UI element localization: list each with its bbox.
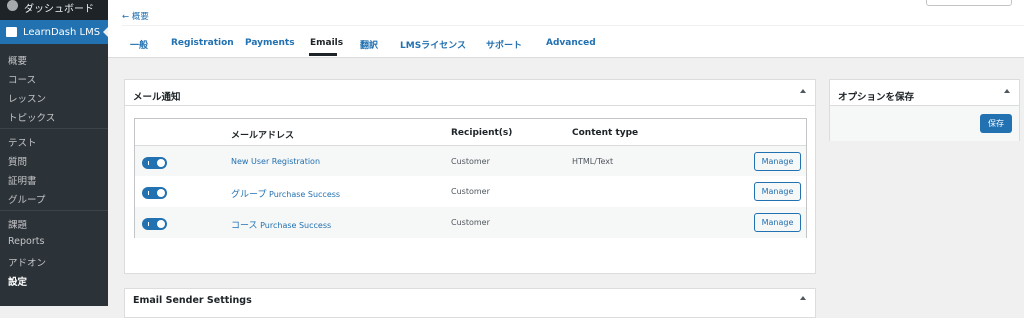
sidebar-item-label: ダッシュボード (24, 3, 94, 15)
sidebar-item-label: LearnDash LMS (23, 26, 101, 38)
tab-payments[interactable]: Payments (245, 38, 295, 48)
submenu-settings[interactable]: 設定 (8, 274, 27, 288)
settings-header: ← 概要 一般 Registration Payments Emails 翻訳 … (108, 0, 1024, 58)
dashboard-icon (7, 0, 18, 11)
save-options-panel: オプションを保存 保存 (829, 79, 1020, 141)
submenu-divider (0, 128, 108, 129)
submenu-lessons[interactable]: レッスン (8, 91, 46, 105)
manage-button[interactable]: Manage (754, 182, 801, 201)
submenu-overview[interactable]: 概要 (8, 53, 27, 67)
submenu-quizzes[interactable]: テスト (8, 135, 37, 149)
recipient-value: Customer (451, 218, 490, 227)
tab-general[interactable]: 一般 (130, 38, 148, 51)
panel-title: メール通知 (133, 92, 181, 103)
panel-divider (125, 105, 815, 106)
tab-registration[interactable]: Registration (171, 38, 234, 48)
content-type-value: HTML/Text (572, 157, 614, 166)
column-header-email: メールアドレス (231, 131, 295, 141)
column-header-content-type: Content type (572, 128, 639, 138)
email-enabled-toggle[interactable] (142, 218, 167, 230)
collapse-caret-icon[interactable] (800, 89, 806, 93)
submenu-courses[interactable]: コース (8, 72, 36, 86)
submenu-groups[interactable]: グループ (8, 192, 45, 206)
email-name-link[interactable]: コース Purchase Success (231, 218, 331, 231)
table-row: グループ Purchase Success Customer Manage (135, 176, 806, 207)
admin-sidebar: ダッシュボード LearnDash LMS 概要 コース レッスン トピックス … (0, 0, 108, 306)
manage-button[interactable]: Manage (754, 152, 801, 171)
tab-support[interactable]: サポート (486, 38, 522, 51)
collapse-caret-icon[interactable] (1004, 89, 1010, 93)
submenu-addons[interactable]: アドオン (8, 255, 46, 269)
submenu-questions[interactable]: 質問 (8, 154, 27, 168)
sidebar-submenu: 概要 コース レッスン トピックス テスト 質問 証明書 グループ 課題 Rep… (0, 44, 108, 306)
tab-advanced[interactable]: Advanced (546, 38, 596, 48)
tab-translations[interactable]: 翻訳 (360, 38, 378, 51)
sidebar-item-dashboard[interactable]: ダッシュボード (0, 0, 108, 15)
active-tab-indicator (309, 53, 337, 56)
email-name-link[interactable]: New User Registration (231, 157, 320, 167)
recipient-value: Customer (451, 187, 490, 196)
email-sender-settings-panel: Email Sender Settings (124, 288, 816, 318)
email-notifications-panel: メール通知 メールアドレス Recipient(s) Content type … (124, 79, 816, 274)
email-enabled-toggle[interactable] (142, 157, 167, 169)
panel-title: Email Sender Settings (133, 295, 252, 306)
manage-button[interactable]: Manage (754, 213, 801, 232)
recipient-value: Customer (451, 157, 490, 166)
tab-emails[interactable]: Emails (310, 38, 343, 48)
email-enabled-toggle[interactable] (142, 187, 167, 199)
email-name-link[interactable]: グループ Purchase Success (231, 187, 340, 200)
collapse-caret-icon[interactable] (800, 296, 806, 300)
submenu-divider (0, 210, 108, 211)
submenu-assignments[interactable]: 課題 (8, 217, 27, 231)
column-header-recipients: Recipient(s) (451, 128, 513, 138)
submenu-topics[interactable]: トピックス (8, 110, 55, 124)
header-divider (122, 25, 1024, 26)
submenu-reports[interactable]: Reports (8, 236, 44, 247)
panel-title: オプションを保存 (838, 92, 915, 103)
submenu-certificates[interactable]: 証明書 (8, 173, 37, 187)
emails-table: メールアドレス Recipient(s) Content type New Us… (134, 118, 807, 238)
learndash-icon (6, 27, 17, 37)
save-button[interactable]: 保存 (980, 114, 1012, 133)
table-row: New User Registration Customer HTML/Text… (135, 145, 806, 176)
sidebar-item-learndash[interactable]: LearnDash LMS (0, 20, 108, 44)
help-button[interactable] (926, 0, 1012, 6)
tab-lms-license[interactable]: LMSライセンス (400, 38, 466, 51)
back-link[interactable]: ← 概要 (122, 10, 149, 22)
table-row: コース Purchase Success Customer Manage (135, 207, 806, 238)
